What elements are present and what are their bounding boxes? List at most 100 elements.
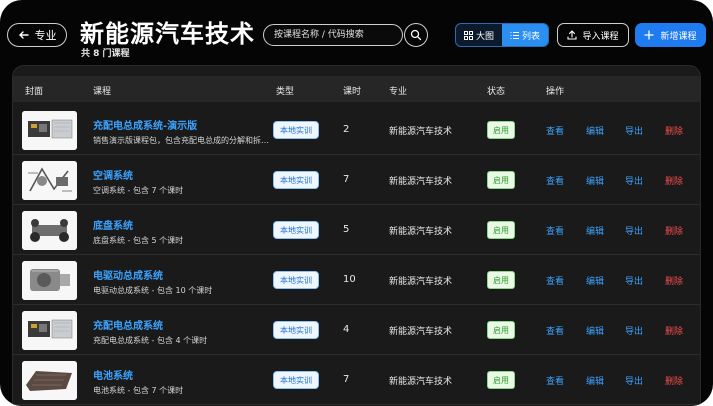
export-button[interactable]: 导出: [625, 374, 643, 387]
status-badge: 启用: [487, 221, 515, 239]
column-header: 封面: [25, 87, 44, 97]
import-course-button[interactable]: 导入课程: [557, 23, 629, 47]
delete-button[interactable]: 删除: [665, 174, 683, 187]
column-header: 专业: [389, 87, 408, 97]
view-list-label: 列表: [521, 31, 540, 42]
course-description: 销售演示版课程包，包含充配电总成的分解和拆卸...: [93, 136, 271, 145]
edit-button[interactable]: 编辑: [586, 174, 604, 187]
view-button[interactable]: 查看: [546, 124, 564, 137]
status-badge: 启用: [487, 371, 515, 389]
course-major: 新能源汽车技术: [389, 377, 453, 387]
export-button[interactable]: 导出: [625, 324, 643, 337]
back-button[interactable]: 专业: [7, 23, 67, 47]
column-header: 状态: [487, 87, 506, 97]
status-badge: 启用: [487, 321, 515, 339]
search-button[interactable]: [404, 23, 428, 47]
status-badge: 启用: [487, 171, 515, 189]
delete-button[interactable]: 删除: [665, 124, 683, 137]
course-name-link[interactable]: 电驱动总成系统: [93, 267, 163, 282]
import-course-label: 导入课程: [582, 31, 619, 42]
view-toggle: 大图 列表: [455, 23, 549, 47]
course-description: 电驱动总成系统 - 包含 10 个课时: [93, 286, 213, 295]
search-input[interactable]: [272, 29, 394, 41]
course-hours: 4: [343, 324, 350, 335]
course-description: 底盘系统 - 包含 5 个课时: [93, 236, 184, 245]
course-name-link[interactable]: 电池系统: [93, 367, 133, 382]
edit-button[interactable]: 编辑: [586, 324, 604, 337]
ac-system-icon: [22, 161, 77, 200]
table-header: 封面 课程 类型 课时 专业 状态 操作: [13, 76, 700, 102]
course-hours: 7: [343, 174, 350, 185]
table-row: 充配电总成系统-演示版销售演示版课程包，包含充配电总成的分解和拆卸... 本地实训…: [13, 106, 700, 155]
status-badge: 启用: [487, 121, 515, 139]
view-button[interactable]: 查看: [546, 324, 564, 337]
edit-button[interactable]: 编辑: [586, 274, 604, 287]
grid-icon: [463, 30, 473, 40]
motor-icon: [22, 261, 77, 300]
search-box: [263, 24, 403, 46]
edit-button[interactable]: 编辑: [586, 224, 604, 237]
course-major: 新能源汽车技术: [389, 277, 453, 287]
view-grid-label: 大图: [475, 31, 494, 42]
course-major: 新能源汽车技术: [389, 327, 453, 337]
export-button[interactable]: 导出: [625, 174, 643, 187]
export-button[interactable]: 导出: [625, 124, 643, 137]
delete-button[interactable]: 删除: [665, 374, 683, 387]
delete-button[interactable]: 删除: [665, 324, 683, 337]
list-icon: [510, 31, 519, 39]
chassis-icon: [22, 211, 77, 250]
column-header: 操作: [546, 87, 565, 97]
view-button[interactable]: 查看: [546, 174, 564, 187]
course-name-link[interactable]: 空调系统: [93, 167, 133, 182]
course-name-link[interactable]: 充配电总成系统-演示版: [93, 117, 197, 132]
course-type-badge: 本地实训: [273, 121, 319, 139]
page-title: 新能源汽车技术: [80, 20, 255, 48]
delete-button[interactable]: 删除: [665, 224, 683, 237]
course-type-badge: 本地实训: [273, 221, 319, 239]
charging-unit-icon: [22, 311, 77, 350]
view-list-button[interactable]: 列表: [502, 24, 548, 46]
course-type-badge: 本地实训: [273, 321, 319, 339]
upload-icon: [567, 30, 578, 40]
view-button[interactable]: 查看: [546, 274, 564, 287]
add-course-button[interactable]: 新增课程: [635, 23, 706, 47]
table-row: 底盘系统底盘系统 - 包含 5 个课时 本地实训 5 新能源汽车技术 启用 查看 编辑 导出 删…: [13, 206, 700, 255]
battery-pack-icon: [22, 361, 77, 400]
export-button[interactable]: 导出: [625, 224, 643, 237]
course-description: 空调系统 - 包含 7 个课时: [93, 186, 184, 195]
app-window: 专业 新能源汽车技术 共 8 门课程 大图 列表: [0, 0, 713, 406]
course-type-badge: 本地实训: [273, 271, 319, 289]
course-hours: 5: [343, 224, 350, 235]
course-hours: 2: [343, 124, 350, 135]
edit-button[interactable]: 编辑: [586, 124, 604, 137]
search-icon: [410, 29, 422, 41]
course-major: 新能源汽车技术: [389, 227, 453, 237]
course-type-badge: 本地实训: [273, 171, 319, 189]
column-header: 课时: [343, 87, 362, 97]
table-row: 空调系统空调系统 - 包含 7 个课时 本地实训 7 新能源汽车技术 启用 查看 编辑 导出 删…: [13, 156, 700, 205]
column-header: 类型: [276, 87, 295, 97]
course-type-badge: 本地实训: [273, 371, 319, 389]
course-major: 新能源汽车技术: [389, 177, 453, 187]
view-grid-button[interactable]: 大图: [456, 24, 502, 46]
export-button[interactable]: 导出: [625, 274, 643, 287]
plus-icon: [644, 30, 655, 40]
course-hours: 10: [343, 274, 356, 285]
status-badge: 启用: [487, 271, 515, 289]
course-description: 充配电总成系统 - 包含 4 个课时: [93, 336, 208, 345]
course-hours: 7: [343, 374, 350, 385]
table-row: 电驱动总成系统电驱动总成系统 - 包含 10 个课时 本地实训 10 新能源汽车技术 启…: [13, 256, 700, 305]
course-count: 共 8 门课程: [81, 49, 130, 59]
view-button[interactable]: 查看: [546, 374, 564, 387]
charging-unit-icon: [22, 111, 77, 150]
table-row: 充配电总成系统充配电总成系统 - 包含 4 个课时 本地实训 4 新能源汽车技术 启用 查…: [13, 306, 700, 355]
delete-button[interactable]: 删除: [665, 274, 683, 287]
course-name-link[interactable]: 充配电总成系统: [93, 317, 163, 332]
course-description: 电池系统 - 包含 7 个课时: [93, 386, 184, 395]
view-button[interactable]: 查看: [546, 224, 564, 237]
edit-button[interactable]: 编辑: [586, 374, 604, 387]
course-major: 新能源汽车技术: [389, 127, 453, 137]
arrow-left-icon: [18, 31, 29, 39]
add-course-label: 新增课程: [660, 31, 697, 42]
course-name-link[interactable]: 底盘系统: [93, 217, 133, 232]
